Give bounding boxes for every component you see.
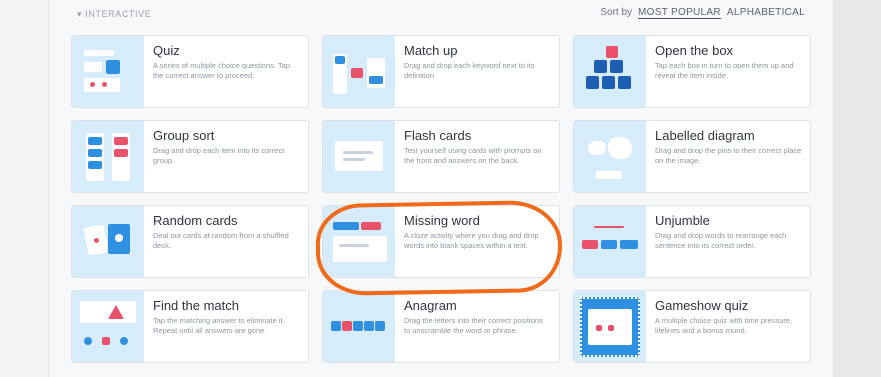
- card-title: Find the match: [153, 298, 239, 313]
- flash-cards-thumbnail: [323, 121, 395, 192]
- card-description: A cloze activity where you drag and drop…: [404, 231, 539, 250]
- sort-alphabetical[interactable]: ALPHABETICAL: [727, 7, 805, 18]
- template-card-open-the-box[interactable]: Open the box Tap each box in turn to ope…: [573, 35, 811, 108]
- random-cards-thumbnail: [72, 206, 144, 277]
- unjumble-thumbnail: [574, 206, 646, 277]
- sort-control: Sort by MOST POPULAR ALPHABETICAL: [600, 7, 805, 19]
- template-card-flash-cards[interactable]: Flash cards Test yourself using cards wi…: [322, 120, 560, 193]
- template-card-find-the-match[interactable]: Find the match Tap the matching answer t…: [71, 290, 309, 363]
- template-card-missing-word[interactable]: Missing word A cloze activity where you …: [322, 205, 560, 278]
- right-gutter: [834, 0, 881, 377]
- card-title: Gameshow quiz: [655, 298, 749, 313]
- card-title: Flash cards: [404, 128, 472, 143]
- card-description: Drag the letters into their correct posi…: [404, 316, 543, 335]
- card-title: Unjumble: [655, 213, 710, 228]
- card-description: A multiple choice quiz with time pressur…: [655, 316, 793, 335]
- sort-label: Sort by: [600, 7, 633, 18]
- card-description: Deal out cards at random from a shuffled…: [153, 231, 289, 250]
- card-description: A series of multiple choice questions. T…: [153, 61, 291, 80]
- template-card-match-up[interactable]: Match up Drag and drop each keyword next…: [322, 35, 560, 108]
- sort-most-popular[interactable]: MOST POPULAR: [638, 7, 721, 19]
- card-title: Random cards: [153, 213, 238, 228]
- card-description: Tap the matching answer to eliminate it.…: [153, 316, 285, 335]
- card-description: Tap each box in turn to open them up and…: [655, 61, 794, 80]
- gameshow-quiz-thumbnail: [574, 291, 646, 362]
- card-description: Drag and drop the pins to their correct …: [655, 146, 802, 165]
- template-card-gameshow-quiz[interactable]: Gameshow quiz A multiple choice quiz wit…: [573, 290, 811, 363]
- labelled-diagram-thumbnail: [574, 121, 646, 192]
- card-title: Open the box: [655, 43, 734, 58]
- card-title: Group sort: [153, 128, 215, 143]
- open-the-box-thumbnail: [574, 36, 646, 107]
- card-description: Test yourself using cards with prompts o…: [404, 146, 542, 165]
- anagram-thumbnail: [323, 291, 395, 362]
- left-gutter: [0, 0, 48, 377]
- template-card-quiz[interactable]: Quiz A series of multiple choice questio…: [71, 35, 309, 108]
- card-description: Drag and drop words to rearrange each se…: [655, 231, 787, 250]
- template-card-unjumble[interactable]: Unjumble Drag and drop words to rearrang…: [573, 205, 811, 278]
- card-title: Labelled diagram: [655, 128, 755, 143]
- section-label: ▾ INTERACTIVE: [77, 9, 152, 19]
- template-card-anagram[interactable]: Anagram Drag the letters into their corr…: [322, 290, 560, 363]
- template-card-group-sort[interactable]: Group sort Drag and drop each item into …: [71, 120, 309, 193]
- panel-header: ▾ INTERACTIVE Sort by MOST POPULAR ALPHA…: [49, 0, 835, 30]
- template-card-labelled-diagram[interactable]: Labelled diagram Drag and drop the pins …: [573, 120, 811, 193]
- missing-word-thumbnail: [323, 206, 395, 277]
- find-the-match-thumbnail: [72, 291, 144, 362]
- template-panel: ▾ INTERACTIVE Sort by MOST POPULAR ALPHA…: [48, 0, 834, 377]
- group-sort-thumbnail: [72, 121, 144, 192]
- card-title: Missing word: [404, 213, 480, 228]
- card-description: Drag and drop each keyword next to its d…: [404, 61, 535, 80]
- template-grid: Quiz A series of multiple choice questio…: [71, 35, 811, 363]
- quiz-thumbnail: [72, 36, 144, 107]
- card-title: Match up: [404, 43, 458, 58]
- card-description: Drag and drop each item into its correct…: [153, 146, 285, 165]
- card-title: Quiz: [153, 43, 180, 58]
- card-title: Anagram: [404, 298, 457, 313]
- template-card-random-cards[interactable]: Random cards Deal out cards at random fr…: [71, 205, 309, 278]
- match-up-thumbnail: [323, 36, 395, 107]
